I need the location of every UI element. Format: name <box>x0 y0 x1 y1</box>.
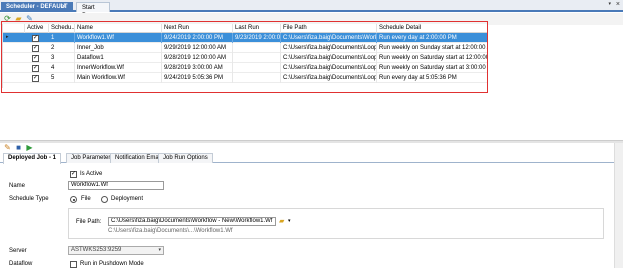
is-active-checkbox[interactable]: ✓ <box>70 171 77 178</box>
radio-deployment[interactable] <box>101 196 108 203</box>
job-toolbar: ✎ ■ ▶ <box>0 143 623 153</box>
save-icon[interactable]: ■ <box>14 143 23 152</box>
window-close-icon[interactable]: × <box>616 1 620 8</box>
tab-scheduler-label: Scheduler - DEFAULT <box>6 4 68 10</box>
radio-file[interactable] <box>70 196 77 203</box>
radio-file-label: File <box>81 196 91 202</box>
tab-start-page[interactable]: Start Page <box>76 2 110 19</box>
highlight-box <box>1 21 488 93</box>
pushdown-checkbox[interactable] <box>70 261 77 268</box>
tab-close-icon[interactable]: × <box>62 3 66 11</box>
name-field[interactable]: Workflow1.Wf <box>68 181 164 190</box>
name-label: Name <box>9 183 26 189</box>
server-select[interactable]: ASTWKS253:9259 ▾ <box>68 246 164 255</box>
vertical-scrollbar[interactable] <box>614 143 623 268</box>
tab-deployed-job[interactable]: Deployed Job - 1 <box>3 153 62 164</box>
schedule-type-label: Schedule Type <box>9 196 49 202</box>
tab-scheduler[interactable]: Scheduler - DEFAULT × <box>1 2 73 12</box>
file-path-label: File Path: <box>76 219 102 225</box>
document-tab-strip: Scheduler - DEFAULT × Start Page ▾ × <box>0 0 623 19</box>
tab-list-dropdown-icon[interactable]: ▾ <box>608 1 611 7</box>
pushdown-label: Run in Pushdown Mode <box>80 261 144 267</box>
browse-folder-icon[interactable]: ▰ <box>279 217 284 225</box>
edit-icon[interactable]: ✎ <box>3 143 12 152</box>
file-path-field[interactable]: C:\Users\fiza.baig\Documents\Workflow - … <box>108 217 276 226</box>
dataflow-label: Dataflow <box>9 261 33 267</box>
is-active-label: Is Active <box>80 171 103 177</box>
run-icon[interactable]: ▶ <box>25 143 34 152</box>
browse-dropdown-icon[interactable]: ▾ <box>288 218 291 224</box>
chevron-down-icon: ▾ <box>158 247 161 253</box>
tab-job-run-options[interactable]: Job Run Options <box>158 153 213 163</box>
server-select-value: ASTWKS253:9259 <box>71 247 122 253</box>
file-path-hint: C:\Users\fiza.baig\Documents\...\Workflo… <box>108 228 233 234</box>
job-tabs: Deployed Job - 1 Job Parameters Notifica… <box>0 153 623 164</box>
radio-deployment-label: Deployment <box>111 196 144 202</box>
server-label: Server <box>9 248 27 254</box>
